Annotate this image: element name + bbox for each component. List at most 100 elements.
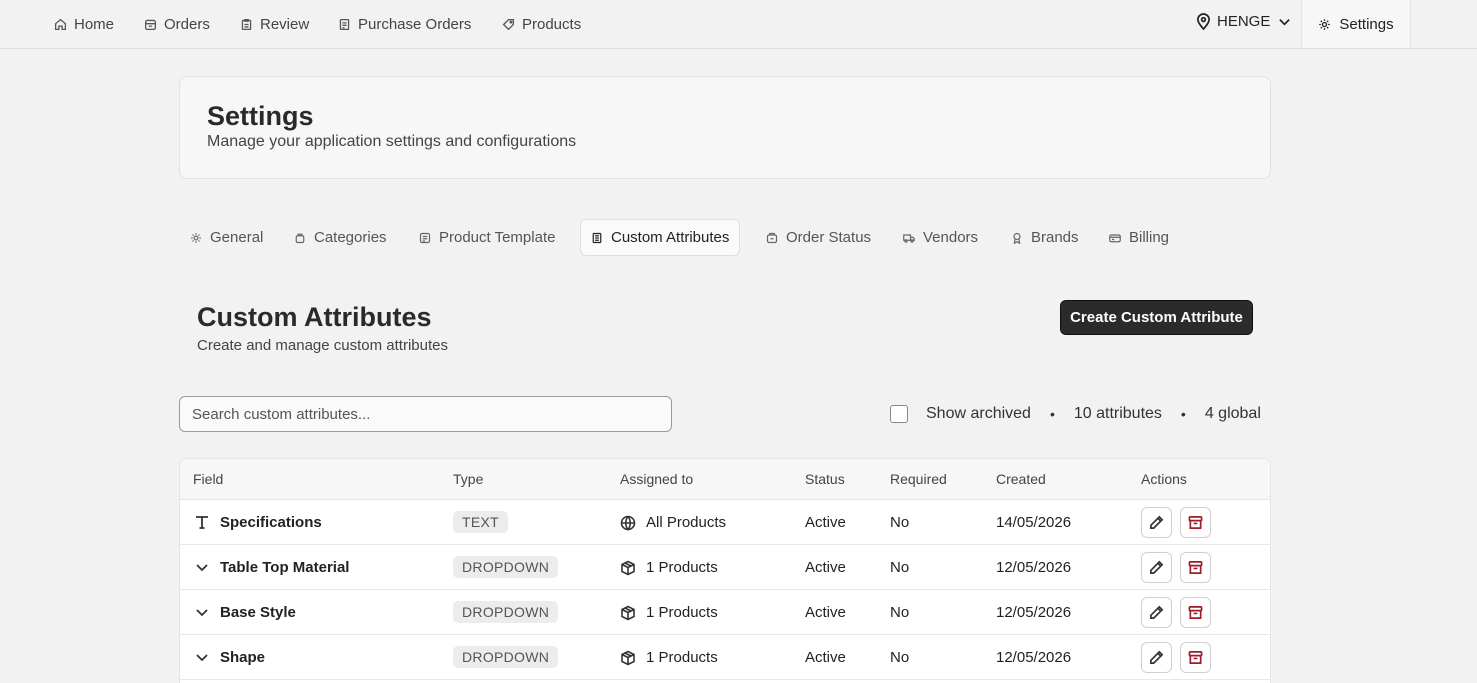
archive-button[interactable] (1180, 507, 1211, 538)
edit-button[interactable] (1141, 642, 1172, 673)
edit-button[interactable] (1141, 507, 1172, 538)
archive-icon (1188, 606, 1203, 619)
created-date: 12/05/2026 (996, 649, 1072, 666)
header-field[interactable]: Field (193, 471, 223, 487)
tag-icon (502, 18, 515, 30)
text-icon (196, 516, 208, 529)
order-status-icon (766, 232, 778, 243)
gear-icon (191, 232, 201, 243)
nav-home-label: Home (74, 15, 115, 33)
created-date: 12/05/2026 (996, 604, 1072, 621)
tab-brands[interactable]: Brands (1001, 219, 1089, 256)
tab-general-label: General (210, 229, 264, 246)
tab-billing-label: Billing (1129, 229, 1170, 246)
type-badge: DROPDOWN (453, 601, 559, 623)
status-text: Active (805, 604, 846, 621)
gear-icon (1319, 18, 1331, 30)
pencil-icon (1150, 515, 1164, 529)
assigned-label: 1 Products (646, 649, 718, 666)
created-date: 14/05/2026 (996, 514, 1072, 531)
tab-billing[interactable]: Billing (1099, 219, 1179, 256)
categories-icon (295, 233, 305, 243)
page-subtitle: Manage your application settings and con… (207, 133, 577, 150)
pencil-icon (1150, 605, 1164, 619)
tab-vendors[interactable]: Vendors (893, 219, 988, 256)
required-text: No (890, 559, 910, 576)
header-status[interactable]: Status (805, 471, 845, 487)
settings-button[interactable]: Settings (1301, 0, 1411, 48)
chevron-down-icon[interactable] (194, 604, 210, 620)
archive-icon (1188, 651, 1203, 664)
box-icon (621, 650, 635, 665)
pencil-icon (1150, 650, 1164, 664)
status-text: Active (805, 649, 846, 666)
table-row[interactable]: Specifications TEXT All Products Active … (180, 500, 1270, 545)
header-type[interactable]: Type (453, 471, 483, 487)
assigned-to: 1 Products (620, 604, 718, 621)
header-assigned[interactable]: Assigned to (620, 471, 693, 487)
edit-button[interactable] (1141, 552, 1172, 583)
tab-brands-label: Brands (1031, 229, 1079, 246)
nav-products-label: Products (522, 15, 582, 33)
show-archived-checkbox[interactable] (890, 405, 908, 423)
required-text: No (890, 514, 910, 531)
archive-button[interactable] (1180, 642, 1211, 673)
archive-icon (1188, 561, 1203, 574)
status-text: Active (805, 559, 846, 576)
template-icon (419, 232, 431, 243)
assigned-to: 1 Products (620, 649, 718, 666)
required-text: No (890, 649, 910, 666)
truck-icon (903, 233, 915, 243)
location-selector[interactable]: HENGE (1196, 13, 1291, 30)
attribute-count: 10 attributes (1073, 405, 1162, 422)
assigned-label: 1 Products (646, 604, 718, 621)
nav-purchase-orders[interactable]: Purchase Orders (338, 14, 471, 34)
pencil-icon (1150, 560, 1164, 574)
settings-label: Settings (1339, 15, 1394, 33)
archive-button[interactable] (1180, 552, 1211, 583)
box-icon (621, 560, 635, 575)
home-icon (54, 18, 67, 30)
separator-dot: • (1180, 406, 1186, 422)
table-header: Field Type Assigned to Status Required C… (180, 459, 1270, 500)
tab-categories[interactable]: Categories (284, 219, 397, 256)
table-row[interactable]: Base Style DROPDOWN 1 Products Active No… (180, 590, 1270, 635)
header-required[interactable]: Required (890, 471, 947, 487)
tab-product-template[interactable]: Product Template (409, 219, 565, 256)
custom-attributes-table: Field Type Assigned to Status Required C… (179, 458, 1271, 683)
table-row[interactable]: Table Top Material DROPDOWN 1 Products A… (180, 545, 1270, 590)
chevron-down-icon[interactable] (194, 559, 210, 575)
archive-button[interactable] (1180, 597, 1211, 628)
type-badge: DROPDOWN (453, 646, 559, 668)
section-title: Custom Attributes (197, 302, 432, 332)
page-title: Settings (207, 101, 314, 131)
separator-dot: • (1049, 406, 1055, 422)
section-subtitle: Create and manage custom attributes (197, 337, 448, 354)
show-archived-label[interactable]: Show archived (926, 405, 1031, 423)
nav-review-label: Review (260, 15, 310, 33)
edit-button[interactable] (1141, 597, 1172, 628)
table-row[interactable]: Shape DROPDOWN 1 Products Active No 12/0… (180, 635, 1270, 680)
assigned-to: 1 Products (620, 559, 718, 576)
tab-categories-label: Categories (314, 229, 387, 246)
chevron-down-icon[interactable] (194, 649, 210, 665)
archive-icon (1188, 516, 1203, 529)
header-actions: Actions (1141, 471, 1187, 487)
tab-order-status[interactable]: Order Status (756, 219, 881, 256)
create-custom-attribute-button[interactable]: Create Custom Attribute (1060, 300, 1253, 335)
billing-icon (1109, 233, 1121, 242)
nav-products[interactable]: Products (502, 14, 581, 34)
nav-orders[interactable]: Orders (144, 14, 210, 34)
global-count: 4 global (1204, 405, 1261, 422)
header-created[interactable]: Created (996, 471, 1046, 487)
tab-custom-attributes[interactable]: Custom Attributes (580, 219, 741, 256)
search-input[interactable] (179, 396, 672, 432)
type-badge: TEXT (453, 511, 508, 533)
nav-home[interactable]: Home (54, 14, 114, 34)
created-date: 12/05/2026 (996, 559, 1072, 576)
nav-review[interactable]: Review (240, 14, 309, 34)
brand-icon (1013, 232, 1021, 244)
nav-orders-label: Orders (164, 15, 210, 33)
nav-purchase-orders-label: Purchase Orders (358, 15, 472, 33)
tab-general[interactable]: General (180, 219, 273, 256)
